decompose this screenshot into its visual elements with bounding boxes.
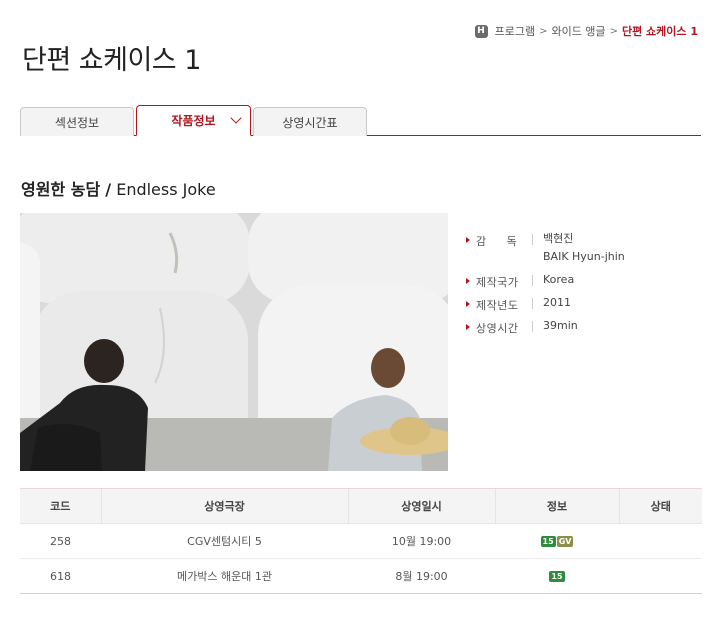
cell-datetime: 8월 19:00 xyxy=(348,558,495,594)
schedule-table: 코드 상영극장 상영일시 정보 상태 258 CGV센텀시티 5 10월 19:… xyxy=(20,488,702,594)
info-row-director: 감 독 백현진 BAIK Hyun-jhin xyxy=(466,230,625,274)
home-icon[interactable]: H xyxy=(474,24,488,38)
cell-theater: CGV센텀시티 5 xyxy=(101,523,348,559)
film-still-illustration xyxy=(20,213,448,471)
cell-theater: 메가박스 해운대 1관 xyxy=(101,558,348,594)
page-title: 단편 쇼케이스 1 xyxy=(22,45,201,76)
cell-info: 15 xyxy=(495,558,619,594)
info-value-year: 2011 xyxy=(543,296,571,309)
film-title-ko: 영원한 농담 xyxy=(21,180,101,199)
column-header-info: 정보 xyxy=(494,488,619,524)
info-row-runtime: 상영시간 39min xyxy=(466,319,625,343)
info-label: 감 독 xyxy=(476,235,518,248)
column-header-theater: 상영극장 xyxy=(100,488,348,524)
cell-status xyxy=(619,523,702,559)
cell-code: 258 xyxy=(20,523,101,559)
breadcrumb: H 프로그램 > 와이드 앵글 > 단편 쇼케이스 1 xyxy=(474,23,698,39)
cell-info: 15 GV xyxy=(495,523,619,559)
tab-bar: 섹션정보 작품정보 상영시간표 xyxy=(20,105,701,136)
info-label: 상영시간 xyxy=(476,322,519,335)
tab-label: 작품정보 xyxy=(171,114,216,128)
divider xyxy=(532,275,533,286)
bullet-icon xyxy=(466,278,470,284)
table-row: 258 CGV센텀시티 5 10월 19:00 15 GV xyxy=(20,523,702,559)
divider xyxy=(532,321,533,332)
tab-section-info[interactable]: 섹션정보 xyxy=(20,107,134,136)
divider xyxy=(532,234,533,245)
table-header-row: 코드 상영극장 상영일시 정보 상태 xyxy=(20,488,702,524)
tab-label: 섹션정보 xyxy=(54,115,100,130)
film-title-en: Endless Joke xyxy=(116,180,216,199)
rating-15-icon: 15 xyxy=(540,536,556,547)
bullet-icon xyxy=(466,301,470,307)
rating-15-icon: 15 xyxy=(549,571,565,582)
bullet-icon xyxy=(466,324,470,330)
table-row: 618 메가박스 해운대 1관 8월 19:00 15 xyxy=(20,558,702,594)
breadcrumb-item-current: 단편 쇼케이스 1 xyxy=(621,25,698,38)
info-label: 제작국가 xyxy=(476,276,519,289)
column-header-datetime: 상영일시 xyxy=(347,488,495,524)
info-value-country: Korea xyxy=(543,273,575,286)
chevron-down-icon xyxy=(230,112,242,124)
gv-badge-icon: GV xyxy=(556,536,574,547)
breadcrumb-separator: > xyxy=(609,25,618,37)
film-title: 영원한 농담 / Endless Joke xyxy=(21,176,216,200)
bullet-icon xyxy=(466,237,470,243)
breadcrumb-item-program[interactable]: 프로그램 xyxy=(495,23,535,39)
breadcrumb-separator: > xyxy=(539,25,548,37)
column-header-code: 코드 xyxy=(20,488,101,524)
cell-datetime: 10월 19:00 xyxy=(348,523,495,559)
cell-status xyxy=(619,558,702,594)
column-header-status: 상태 xyxy=(618,488,702,524)
director-en: BAIK Hyun-jhin xyxy=(543,250,625,263)
breadcrumb-item-wide-angle[interactable]: 와이드 앵글 xyxy=(551,23,605,39)
info-value-runtime: 39min xyxy=(543,319,578,332)
film-title-separator: / xyxy=(105,180,112,199)
director-ko: 백현진 xyxy=(543,232,574,245)
film-info-list: 감 독 백현진 BAIK Hyun-jhin 제작국가 Korea 제작년도 2… xyxy=(466,230,625,343)
tab-label: 상영시간표 xyxy=(282,115,338,130)
divider xyxy=(532,298,533,309)
info-value-director: 백현진 BAIK Hyun-jhin xyxy=(543,230,625,266)
info-label: 제작년도 xyxy=(476,299,519,312)
tab-work-info[interactable]: 작품정보 xyxy=(136,105,251,136)
film-still-image xyxy=(20,213,448,471)
tab-schedule[interactable]: 상영시간표 xyxy=(253,107,367,136)
cell-code: 618 xyxy=(20,558,101,594)
